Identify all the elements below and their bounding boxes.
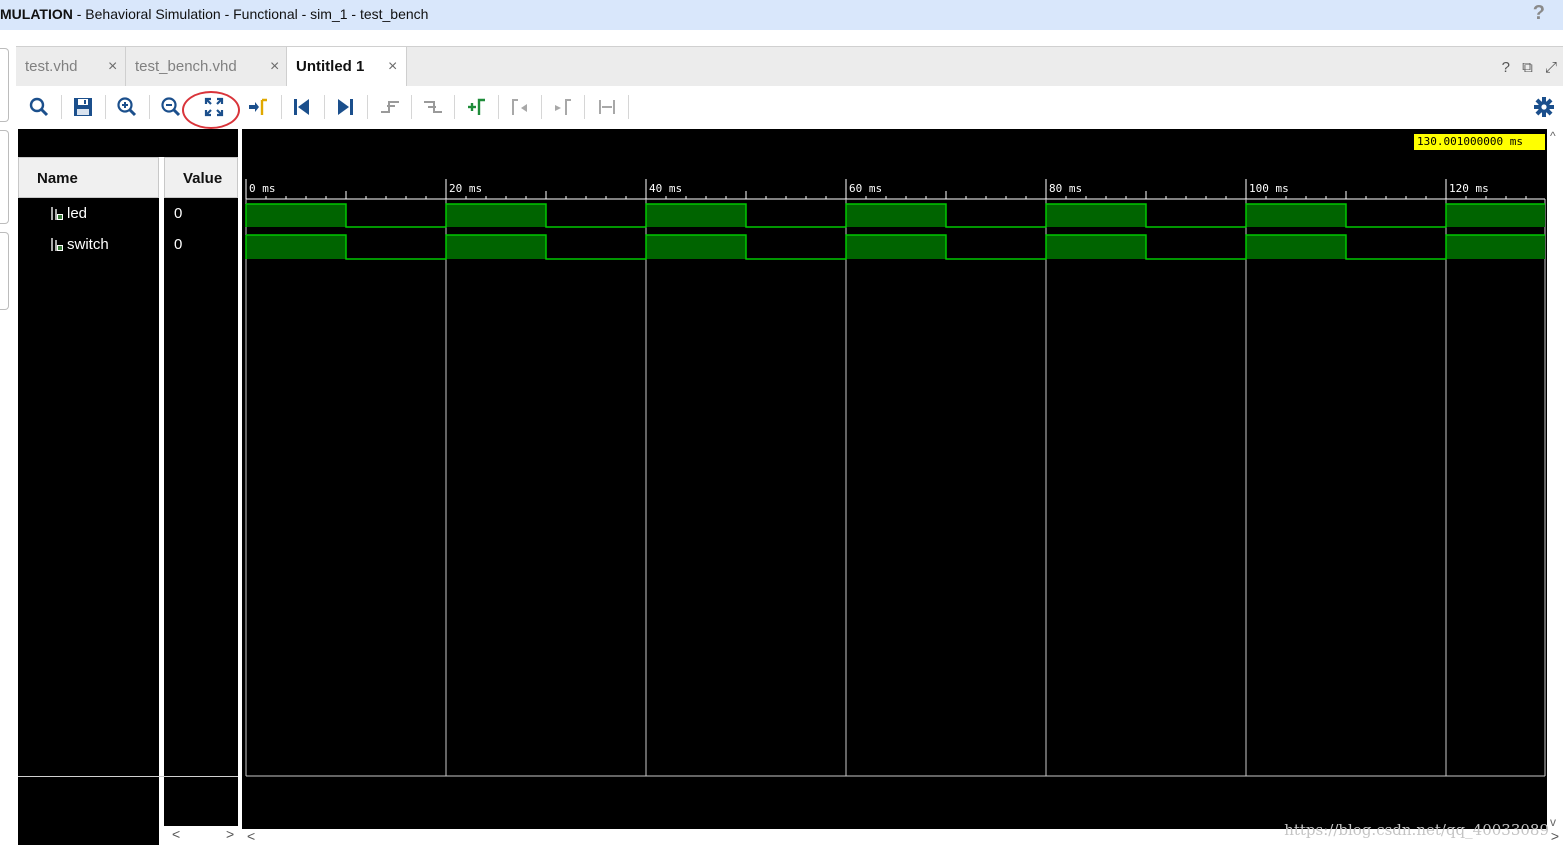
signal-high-segment bbox=[1246, 204, 1346, 227]
scroll-right-icon[interactable]: > bbox=[1551, 828, 1559, 844]
bottom-border bbox=[0, 845, 1563, 852]
signal-high-segment bbox=[646, 204, 746, 227]
waveform-vertical-scrollbar[interactable]: ^ v bbox=[1547, 129, 1563, 829]
settings-icon[interactable] bbox=[1531, 94, 1557, 120]
close-icon[interactable]: × bbox=[108, 58, 117, 76]
go-to-last-time-icon[interactable] bbox=[332, 94, 358, 120]
column-divider[interactable] bbox=[159, 157, 164, 845]
next-transition-icon[interactable] bbox=[420, 94, 446, 120]
signal-high-segment bbox=[1446, 235, 1545, 259]
tab-untitled-1[interactable]: Untitled 1 × bbox=[287, 47, 407, 88]
ruler-tick-label: 100 ms bbox=[1249, 182, 1289, 195]
signal-icon bbox=[48, 237, 64, 256]
left-panel-stub-bottom[interactable] bbox=[0, 232, 9, 310]
tab-label: test_bench.vhd bbox=[135, 58, 237, 75]
previous-marker-icon[interactable] bbox=[507, 94, 533, 120]
signal-high-segment bbox=[646, 235, 746, 259]
signal-row-switch[interactable]: switch 0 bbox=[18, 230, 238, 260]
signal-value: 0 bbox=[174, 205, 183, 222]
signal-name: switch bbox=[67, 236, 109, 253]
waveform-panel[interactable]: 0 ms 20 ms 40 ms 60 ms 80 ms 100 ms 120 ms 130… bbox=[242, 129, 1547, 829]
zoom-fit-highlight-circle bbox=[182, 91, 240, 129]
ruler-tick-label: 60 ms bbox=[849, 182, 882, 195]
watermark-text: https://blog.csdn.net/qq_40033089 bbox=[1284, 821, 1549, 839]
toolbar-separator bbox=[498, 95, 499, 119]
signal-value: 0 bbox=[174, 236, 183, 253]
toolbar-separator bbox=[149, 95, 150, 119]
objects-panel: Name Value led 0 switch 0 < > bbox=[18, 129, 238, 845]
scroll-up-icon[interactable]: ^ bbox=[1550, 129, 1556, 143]
toolbar-separator bbox=[61, 95, 62, 119]
toolbar-separator bbox=[454, 95, 455, 119]
tab-label: Untitled 1 bbox=[296, 58, 365, 75]
title-bar: MULATION - Behavioral Simulation - Funct… bbox=[0, 0, 1563, 30]
ruler-tick-label: 40 ms bbox=[649, 182, 682, 195]
editor-tab-strip: test.vhd × test_bench.vhd × Untitled 1 ×… bbox=[16, 46, 1563, 88]
search-icon[interactable] bbox=[26, 94, 52, 120]
wave-toolbar bbox=[16, 86, 1563, 129]
go-to-cursor-icon[interactable] bbox=[245, 94, 271, 120]
value-horizontal-scrollbar[interactable]: < > bbox=[164, 826, 238, 845]
panel-divider bbox=[18, 776, 238, 777]
window-title-bold: MULATION bbox=[0, 6, 73, 22]
cursor-time-label[interactable]: 130.001000000 ms bbox=[1414, 134, 1545, 150]
signal-row-led[interactable]: led 0 bbox=[18, 199, 238, 229]
toolbar-separator bbox=[324, 95, 325, 119]
scroll-down-icon[interactable]: v bbox=[1550, 815, 1556, 829]
toolbar-separator bbox=[367, 95, 368, 119]
save-icon[interactable] bbox=[70, 94, 96, 120]
left-panel-stub-top[interactable] bbox=[0, 48, 9, 122]
value-column-header[interactable]: Value bbox=[164, 157, 238, 198]
left-panel-stub-middle[interactable] bbox=[0, 130, 9, 224]
signal-high-segment bbox=[846, 235, 946, 259]
scroll-left-icon[interactable]: < bbox=[172, 826, 180, 842]
name-header-label: Name bbox=[37, 170, 78, 187]
add-marker-icon[interactable] bbox=[463, 94, 489, 120]
signal-high-segment bbox=[1246, 235, 1346, 259]
tab-test-vhd[interactable]: test.vhd × bbox=[16, 47, 126, 87]
signal-high-segment bbox=[846, 204, 946, 227]
ruler-tick-label: 0 ms bbox=[249, 182, 276, 195]
tab-test-bench-vhd[interactable]: test_bench.vhd × bbox=[126, 47, 287, 87]
ruler-tick-label: 80 ms bbox=[1049, 182, 1082, 195]
float-icon[interactable]: ⤢ bbox=[1545, 59, 1557, 76]
signal-high-segment bbox=[446, 204, 546, 227]
view-controls: ? ⧉ ⤢ bbox=[1494, 59, 1557, 76]
signal-icon bbox=[48, 206, 64, 225]
signal-high-segment bbox=[1446, 204, 1545, 227]
close-icon[interactable]: × bbox=[270, 58, 279, 76]
previous-transition-icon[interactable] bbox=[377, 94, 403, 120]
close-icon[interactable]: × bbox=[388, 58, 397, 76]
window-title: MULATION - Behavioral Simulation - Funct… bbox=[0, 6, 428, 22]
signal-high-segment bbox=[246, 204, 346, 227]
ruler-tick-label: 120 ms bbox=[1449, 182, 1489, 195]
tab-label: test.vhd bbox=[25, 58, 78, 75]
scroll-left-icon[interactable]: < bbox=[247, 828, 255, 844]
go-to-time-zero-icon[interactable] bbox=[289, 94, 315, 120]
zoom-out-icon[interactable] bbox=[158, 94, 184, 120]
toolbar-separator bbox=[281, 95, 282, 119]
toolbar-separator bbox=[628, 95, 629, 119]
toolbar-separator bbox=[411, 95, 412, 119]
value-header-label: Value bbox=[183, 170, 223, 187]
ruler-tick-label: 20 ms bbox=[449, 182, 482, 195]
toolbar-separator bbox=[541, 95, 542, 119]
scroll-right-icon[interactable]: > bbox=[226, 826, 234, 842]
signal-high-segment bbox=[246, 235, 346, 259]
window-title-rest: - Behavioral Simulation - Functional - s… bbox=[72, 6, 429, 22]
name-column-header[interactable]: Name bbox=[18, 157, 159, 198]
waveform-canvas[interactable]: 0 ms 20 ms 40 ms 60 ms 80 ms 100 ms 120 ms bbox=[242, 129, 1547, 829]
next-marker-icon[interactable] bbox=[550, 94, 576, 120]
signal-high-segment bbox=[1046, 204, 1146, 227]
swap-cursors-icon[interactable] bbox=[594, 94, 620, 120]
signal-name: led bbox=[67, 205, 88, 222]
signal-high-segment bbox=[446, 235, 546, 259]
toolbar-separator bbox=[105, 95, 106, 119]
zoom-in-icon[interactable] bbox=[114, 94, 140, 120]
toolbar-separator bbox=[584, 95, 585, 119]
signal-high-segment bbox=[1046, 235, 1146, 259]
help-icon[interactable]: ? bbox=[1502, 59, 1510, 76]
help-icon[interactable]: ? bbox=[1533, 2, 1545, 25]
restore-icon[interactable]: ⧉ bbox=[1522, 59, 1533, 76]
